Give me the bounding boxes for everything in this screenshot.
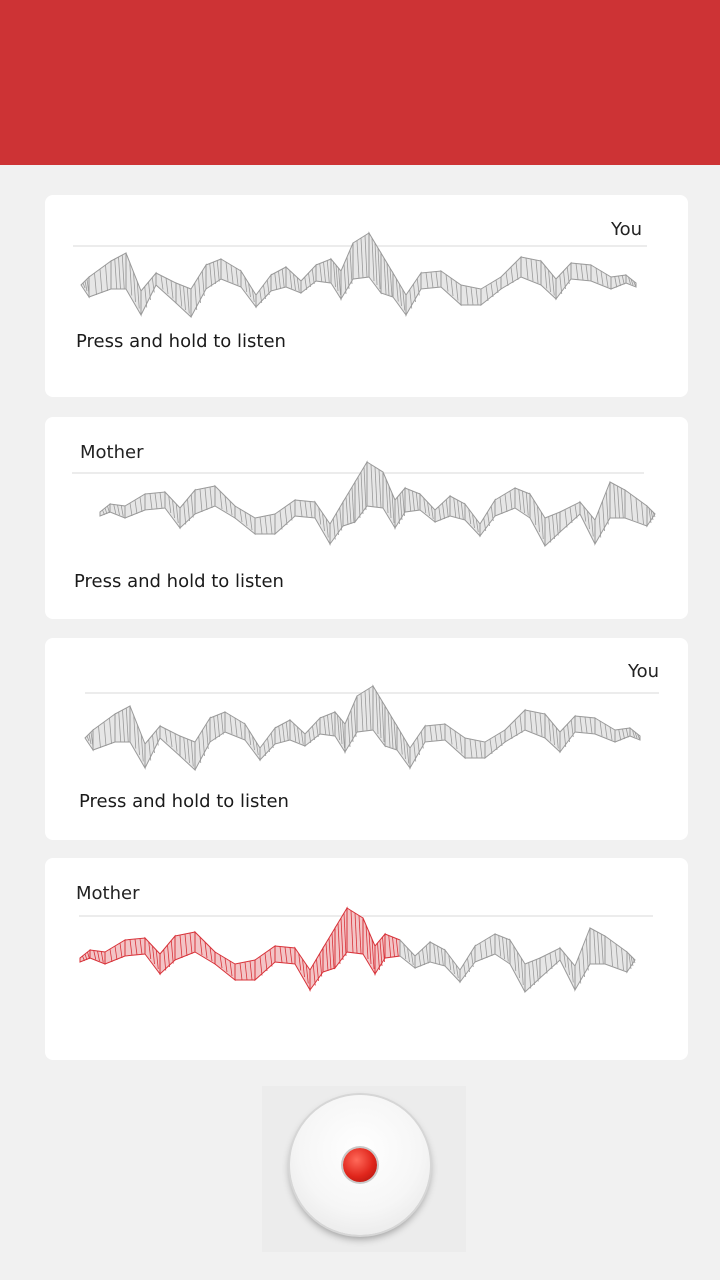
speaker-label: Mother xyxy=(76,883,140,904)
speaker-label: Mother xyxy=(80,442,144,463)
wave-segment xyxy=(254,945,276,982)
listen-hint: Press and hold to listen xyxy=(79,791,289,812)
speaker-label: You xyxy=(628,661,660,682)
wave-segment xyxy=(396,724,411,770)
wave-segment xyxy=(244,722,261,762)
wave-segment xyxy=(270,266,287,292)
wave-segment xyxy=(240,269,257,309)
app-header xyxy=(0,0,720,165)
waveform-icon[interactable] xyxy=(80,231,641,320)
listen-hint: Press and hold to listen xyxy=(74,571,284,592)
wave-segment xyxy=(314,500,331,546)
divider xyxy=(72,472,644,474)
wave-segment xyxy=(559,946,576,991)
wave-segment xyxy=(362,917,376,976)
wave-segment xyxy=(625,273,637,288)
listen-hint: Press and hold to listen xyxy=(76,331,286,352)
wave-segment xyxy=(392,271,407,317)
wave-segment xyxy=(579,500,596,545)
wave-segment xyxy=(604,935,628,973)
wave-segment xyxy=(500,255,522,290)
wave-segment xyxy=(624,489,648,527)
wave-segment xyxy=(382,471,396,530)
divider xyxy=(79,915,653,917)
wave-segment xyxy=(368,231,382,295)
message-card-mother-1[interactable]: Mother Press and hold to listen xyxy=(45,417,688,619)
wave-segment xyxy=(414,940,431,969)
wave-segment xyxy=(144,724,161,769)
wave-segment xyxy=(629,726,641,741)
wave-segment xyxy=(124,493,146,519)
wave-segment xyxy=(140,271,157,316)
wave-segment xyxy=(88,260,112,298)
wave-segment xyxy=(509,938,526,993)
wave-segment xyxy=(494,487,516,517)
message-card-you-1[interactable]: You Press and hold to listen xyxy=(45,195,688,397)
waveform-icon[interactable] xyxy=(95,460,656,549)
message-card-mother-2[interactable]: Mother xyxy=(45,858,688,1060)
wave-segment xyxy=(529,492,546,547)
record-button[interactable] xyxy=(290,1095,430,1235)
wave-segment xyxy=(164,490,181,530)
wave-segment xyxy=(144,936,161,976)
wave-segment xyxy=(104,939,126,965)
speaker-label: You xyxy=(611,219,643,240)
wave-segment xyxy=(504,708,526,743)
waveform-icon[interactable] xyxy=(75,906,636,995)
message-card-you-2[interactable]: You Press and hold to listen xyxy=(45,638,688,840)
wave-segment xyxy=(274,499,296,536)
wave-segment xyxy=(434,494,451,523)
waveform-icon[interactable] xyxy=(84,684,645,773)
wave-segment xyxy=(294,946,311,992)
wave-segment xyxy=(474,933,496,963)
record-icon xyxy=(343,1148,377,1182)
wave-segment xyxy=(372,684,386,748)
wave-segment xyxy=(274,719,291,745)
wave-segment xyxy=(92,713,116,751)
